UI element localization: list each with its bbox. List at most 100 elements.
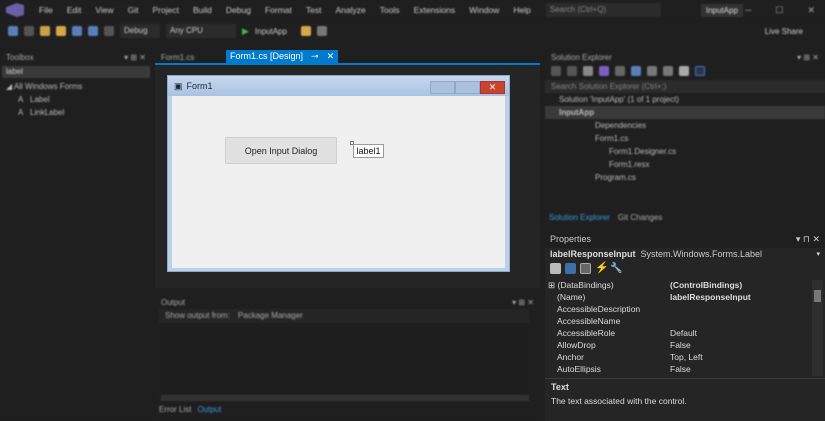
forward-icon[interactable] — [24, 26, 34, 36]
save-all-icon[interactable] — [88, 26, 98, 36]
tree-program-cs[interactable]: Program.cs — [545, 171, 825, 184]
live-share-button[interactable]: Live Share — [765, 27, 803, 36]
property-row[interactable]: (Name) labelResponseInput — [545, 291, 810, 303]
events-icon[interactable]: ⚡ — [595, 262, 609, 274]
menu-file[interactable]: File — [32, 5, 60, 15]
toolbox-group[interactable]: ◢ All Windows Forms — [0, 80, 152, 93]
form-body[interactable]: Open Input Dialog label1 — [172, 96, 505, 268]
menu-debug[interactable]: Debug — [219, 5, 258, 15]
output-panel: Output ▾ ⊞ ✕ Show output from: Package Ma… — [155, 295, 540, 421]
menu-help[interactable]: Help — [506, 5, 537, 15]
pin-icon[interactable]: ⊸ — [311, 51, 319, 63]
toolbox-item-linklabel[interactable]: A LinkLabel — [0, 106, 152, 119]
toolbox-icon[interactable] — [300, 26, 311, 36]
vs-logo-icon — [6, 3, 24, 17]
tab-error-list[interactable]: Error List — [159, 405, 191, 414]
menu-analyze[interactable]: Analyze — [328, 5, 372, 15]
tree-form1-designer[interactable]: Form1.Designer.cs — [545, 145, 825, 158]
tab-close-icon[interactable]: ✕ — [327, 51, 335, 63]
properties-icon[interactable] — [663, 66, 673, 76]
back-icon[interactable] — [551, 66, 561, 76]
menu-tools[interactable]: Tools — [373, 5, 407, 15]
platform-select[interactable]: Any CPU — [166, 24, 236, 38]
output-source-select[interactable]: Package Manager — [238, 311, 303, 321]
menu-build[interactable]: Build — [186, 5, 219, 15]
menu-git[interactable]: Git — [121, 5, 146, 15]
form-designer-window[interactable]: ▣ Form1 ✕ Open Input Dialog label1 — [167, 75, 510, 272]
tab-solution-explorer[interactable]: Solution Explorer — [549, 213, 610, 222]
undo-icon[interactable] — [104, 26, 114, 36]
object-selector[interactable]: labelResponseInput System.Windows.Forms.… — [545, 248, 825, 260]
panel-controls-icon[interactable]: ▾ ⊞ ✕ — [512, 298, 534, 307]
property-name: AutoEllipsis — [557, 364, 601, 374]
property-row[interactable]: AccessibleDescription — [545, 303, 810, 315]
categorized-icon[interactable] — [550, 262, 561, 274]
panel-pin-icon[interactable]: ▾ ⊞ ✕ — [124, 53, 146, 62]
chevron-down-icon[interactable]: ▾ — [816, 250, 820, 258]
forward-icon[interactable] — [567, 66, 577, 76]
open-icon[interactable] — [56, 26, 66, 36]
new-project-icon[interactable] — [40, 26, 50, 36]
expand-icon[interactable]: ⊞ — [548, 280, 555, 290]
alphabetical-icon[interactable] — [565, 262, 576, 274]
tree-project[interactable]: InputApp — [545, 106, 825, 119]
panel-controls-icon[interactable]: ▾ ⊞ ✕ — [797, 53, 819, 62]
tree-dependencies[interactable]: Dependencies — [545, 119, 825, 132]
tree-solution[interactable]: Solution 'InputApp' (1 of 1 project) — [545, 93, 825, 106]
panel-controls-icon[interactable]: ▾ ⊓ ✕ — [796, 234, 820, 244]
menu-extensions[interactable]: Extensions — [407, 5, 463, 15]
config-select[interactable]: Debug — [120, 24, 160, 38]
open-input-dialog-button[interactable]: Open Input Dialog — [225, 137, 337, 164]
property-row[interactable]: AccessibleName — [545, 315, 810, 327]
properties-icon[interactable] — [580, 262, 591, 274]
switch-view-icon[interactable] — [599, 66, 609, 76]
property-value[interactable]: False — [670, 340, 691, 350]
toolbox-panel: Toolbox ▾ ⊞ ✕ label ◢ All Windows Forms A… — [0, 50, 152, 421]
property-row[interactable]: ⊞ (DataBindings) (ControlBindings) — [545, 279, 810, 291]
search-input[interactable]: Search (Ctrl+Q) — [545, 3, 661, 17]
property-row[interactable]: AccessibleRole Default — [545, 327, 810, 339]
tab-git-changes[interactable]: Git Changes — [618, 213, 662, 222]
description-text: The text associated with the control. — [551, 396, 687, 406]
layout-icon[interactable] — [316, 26, 327, 36]
properties-panel: Properties ▾ ⊓ ✕ labelResponseInput Syste… — [545, 230, 825, 421]
solution-search-input[interactable]: Search Solution Explorer (Ctrl+;) — [545, 80, 825, 93]
tab-output[interactable]: Output — [197, 405, 221, 414]
menu-edit[interactable]: Edit — [60, 5, 89, 15]
property-row[interactable]: AutoEllipsis False — [545, 363, 810, 375]
run-icon[interactable]: ▶ — [242, 26, 249, 37]
properties-scrollbar[interactable] — [812, 280, 823, 376]
minimize-icon[interactable]: ─ — [745, 5, 751, 16]
menu-test[interactable]: Test — [299, 5, 329, 15]
menu-format[interactable]: Format — [258, 5, 299, 15]
save-icon[interactable] — [72, 26, 82, 36]
property-pages-icon[interactable]: 🔧 — [610, 263, 622, 274]
label1-control[interactable]: label1 — [353, 144, 384, 158]
filter-icon[interactable] — [615, 66, 625, 76]
tree-form1-resx[interactable]: Form1.resx — [545, 158, 825, 171]
close-icon[interactable]: ✕ — [807, 5, 815, 16]
collapse-icon[interactable] — [647, 66, 657, 76]
preview-icon[interactable] — [695, 66, 705, 76]
tab-form1-design[interactable]: Form1.cs [Design] ⊸ ✕ — [226, 50, 339, 64]
property-value[interactable]: labelResponseInput — [670, 292, 751, 302]
property-value[interactable]: Default — [670, 328, 697, 338]
menu-window[interactable]: Window — [462, 5, 506, 15]
menu-view[interactable]: View — [88, 5, 120, 15]
toolbox-search-input[interactable]: label — [2, 66, 150, 78]
property-row[interactable]: AllowDrop False — [545, 339, 810, 351]
toolbox-item-label[interactable]: A Label — [0, 93, 152, 106]
property-row[interactable]: Anchor Top, Left — [545, 351, 810, 363]
run-button[interactable]: InputApp — [255, 27, 295, 36]
tree-form1-cs[interactable]: Form1.cs — [545, 132, 825, 145]
maximize-icon[interactable]: ☐ — [775, 5, 783, 16]
home-icon[interactable] — [583, 66, 593, 76]
wrench-icon[interactable] — [679, 66, 689, 76]
output-hscroll[interactable] — [161, 395, 529, 401]
property-value[interactable]: False — [670, 364, 691, 374]
menu-project[interactable]: Project — [146, 5, 186, 15]
sync-icon[interactable] — [631, 66, 641, 76]
back-icon[interactable] — [8, 26, 18, 36]
toolbox-item-text: LinkLabel — [30, 108, 65, 117]
property-value[interactable]: Top, Left — [670, 352, 703, 362]
